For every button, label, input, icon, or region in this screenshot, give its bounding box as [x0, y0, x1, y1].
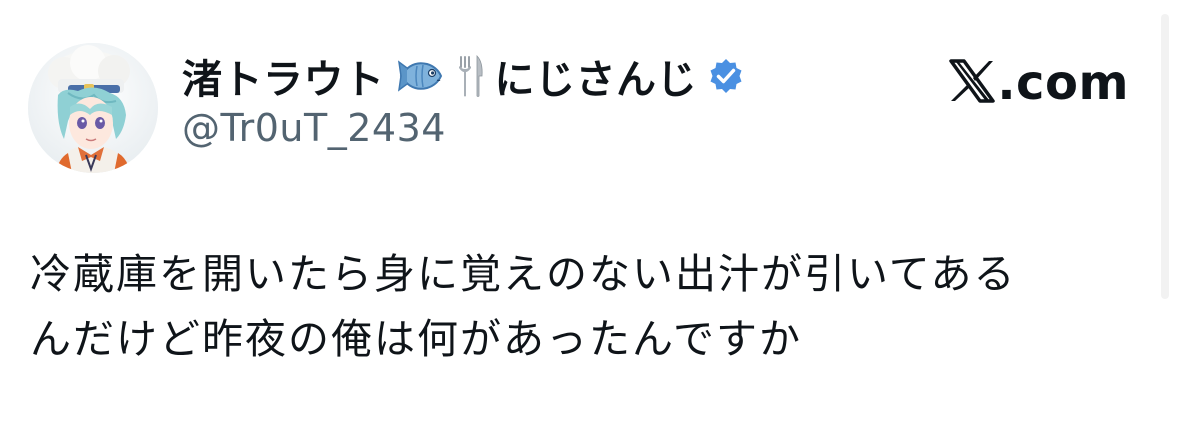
- tweet-text: 冷蔵庫を開いたら身に覚えのない出汁が引いてある んだけど昨夜の俺は何があったんで…: [30, 242, 1150, 372]
- display-name[interactable]: 渚トラウト: [182, 47, 385, 105]
- tweet-line: 冷蔵庫を開いたら身に覚えのない出汁が引いてある: [30, 250, 1017, 298]
- x-brand-watermark: .com: [949, 55, 1129, 111]
- author-name-row[interactable]: 渚トラウト にじさんじ: [182, 47, 745, 105]
- tweet-line: んだけど昨夜の俺は何があったんですか: [30, 315, 802, 363]
- fork-and-knife-icon: [455, 54, 485, 98]
- brand-domain-text: .com: [997, 55, 1129, 111]
- display-name-affiliation[interactable]: にじさんじ: [495, 47, 698, 105]
- verified-badge-icon[interactable]: [707, 57, 745, 95]
- scrollbar-track[interactable]: [1161, 14, 1169, 299]
- x-logo-icon: [949, 59, 996, 107]
- avatar[interactable]: [28, 43, 158, 173]
- fish-icon: [397, 56, 445, 96]
- author-handle[interactable]: @Tr0uT_2434: [182, 106, 446, 150]
- avatar-illustration: [28, 43, 158, 173]
